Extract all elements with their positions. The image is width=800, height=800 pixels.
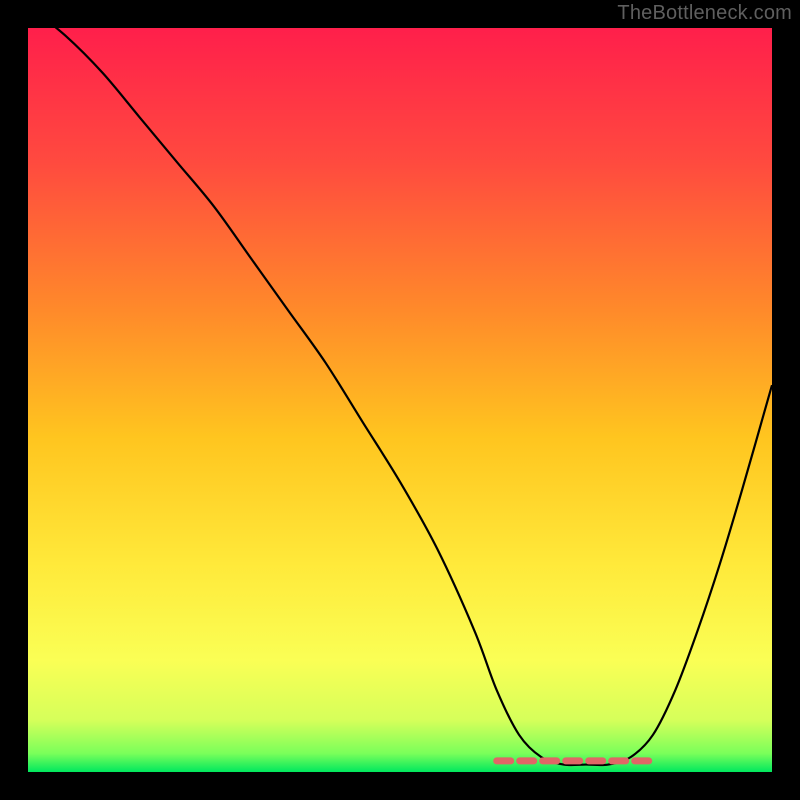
watermark-text: TheBottleneck.com (617, 2, 792, 25)
gradient-plot-area (28, 28, 772, 772)
chart-container: TheBottleneck.com (0, 0, 800, 800)
bottleneck-chart (0, 0, 800, 800)
